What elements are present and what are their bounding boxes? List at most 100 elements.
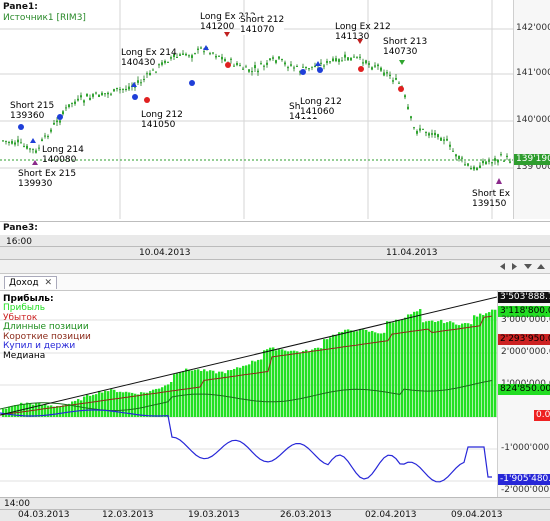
candle-body (200, 47, 202, 49)
candle-body (353, 56, 355, 58)
candle-body (407, 106, 409, 110)
candle-body (410, 116, 412, 119)
candle-body (272, 57, 274, 59)
profit-bar (92, 394, 95, 417)
scroll-buttons[interactable] (497, 262, 547, 271)
profit-bar (29, 403, 32, 417)
short-arrow-icon (399, 60, 405, 65)
profit-bar (95, 394, 98, 417)
candle-body (119, 89, 121, 91)
date-label: 12.03.2013 (102, 510, 154, 520)
candle-body (20, 142, 22, 144)
profit-bar (260, 359, 263, 417)
candle-body (74, 101, 76, 104)
candle-body (125, 88, 127, 90)
date-label: 19.03.2013 (188, 510, 240, 520)
candle-body (218, 55, 220, 57)
profit-bar (8, 406, 11, 417)
profit-bar (395, 319, 398, 417)
profit-bar (470, 324, 473, 417)
price-axis[interactable]: 142'000 141'000 140'000 139'000 139'190 (513, 0, 550, 219)
candle-body (236, 62, 238, 66)
long-value-badge: 824'850.00 (498, 384, 550, 395)
profit-bar (464, 322, 467, 417)
candle-body (38, 147, 40, 149)
tab-profit[interactable]: Доход ✕ (4, 276, 58, 289)
scroll-bar[interactable] (0, 260, 550, 274)
profit-bar (488, 312, 491, 417)
price-tick: 141'000 (516, 68, 550, 78)
profit-axis[interactable]: 3'503'888.72 3'118'800.00 3'000'000.00 2… (497, 291, 550, 497)
loss-value-badge: 0.00 (534, 410, 550, 421)
profit-bar (416, 311, 419, 417)
candle-body (59, 120, 61, 123)
signal-long-212-b: Long 212 141060 (300, 97, 342, 117)
candle-body (404, 95, 406, 98)
candle-body (224, 59, 226, 62)
profit-bar (332, 334, 335, 417)
profit-bar (140, 392, 143, 417)
close-icon[interactable]: ✕ (44, 278, 52, 288)
profit-panel[interactable]: Прибыль: Прибыль Убыток Длинные позиции … (0, 291, 550, 497)
profit-bar (482, 314, 485, 417)
candle-body (452, 150, 454, 152)
candle-body (29, 148, 31, 150)
candle-body (188, 55, 190, 57)
candle-body (113, 89, 115, 92)
exit-marker (225, 62, 231, 68)
profit-bar (386, 321, 389, 417)
profit-bar (299, 352, 302, 417)
time-label: 14:00 (4, 499, 30, 509)
profit-bar (383, 332, 386, 417)
profit-bar (263, 350, 266, 417)
profit-bar (269, 347, 272, 417)
profit-bar (185, 368, 188, 417)
candle-body (395, 78, 397, 80)
candle-body (488, 160, 490, 162)
profit-bar (338, 332, 341, 417)
profit-bar (110, 389, 113, 417)
candle-body (386, 72, 388, 74)
candle-body (434, 132, 436, 136)
profit-bar (353, 331, 356, 417)
candle-body (5, 140, 7, 142)
profit-bar (440, 319, 443, 417)
candle-body (116, 87, 118, 90)
profit-bar (410, 314, 413, 417)
candle-body (374, 65, 376, 67)
candle-body (440, 137, 442, 141)
candle-body (209, 53, 211, 55)
candle-body (107, 92, 109, 95)
candle-body (467, 163, 469, 166)
profit-bar (365, 329, 368, 417)
profit-bar (62, 405, 65, 417)
signal-short-212: Short 212 141070 (240, 15, 285, 35)
candle-body (392, 80, 394, 82)
candle-body (296, 66, 298, 68)
candle-body (284, 62, 286, 65)
time-axis-top[interactable]: 16:00 10.04.2013 11.04.2013 (0, 235, 550, 260)
profit-bar (293, 350, 296, 417)
date-label: 04.03.2013 (18, 510, 70, 520)
entry-marker (300, 69, 306, 75)
profit-tick: 3'000'000.00 (501, 315, 550, 325)
candle-body (203, 51, 205, 53)
time-axis-bottom[interactable]: 14:00 04.03.2013 12.03.2013 19.03.2013 2… (0, 497, 550, 521)
profit-bar (245, 365, 248, 417)
profit-legend: Прибыль Убыток Длинные позиции Короткие … (3, 303, 91, 361)
price-pane[interactable]: Pane1: Источник1 [RIM3] Short 215 139360… (0, 0, 550, 219)
current-price-badge: 139'190 (514, 154, 550, 165)
scroll-left-icon (500, 263, 505, 270)
profit-bar (317, 347, 320, 417)
profit-bar (188, 369, 191, 417)
candle-body (71, 102, 73, 104)
exit-marker (398, 86, 404, 92)
short-value-badge: 2'293'950.00 (498, 334, 550, 345)
profit-bar (113, 389, 116, 417)
candle-body (491, 162, 493, 164)
candle-body (347, 57, 349, 61)
trade-markers (18, 32, 502, 184)
profit-bar (251, 360, 254, 417)
candle-body (437, 134, 439, 138)
profit-bar (74, 400, 77, 417)
